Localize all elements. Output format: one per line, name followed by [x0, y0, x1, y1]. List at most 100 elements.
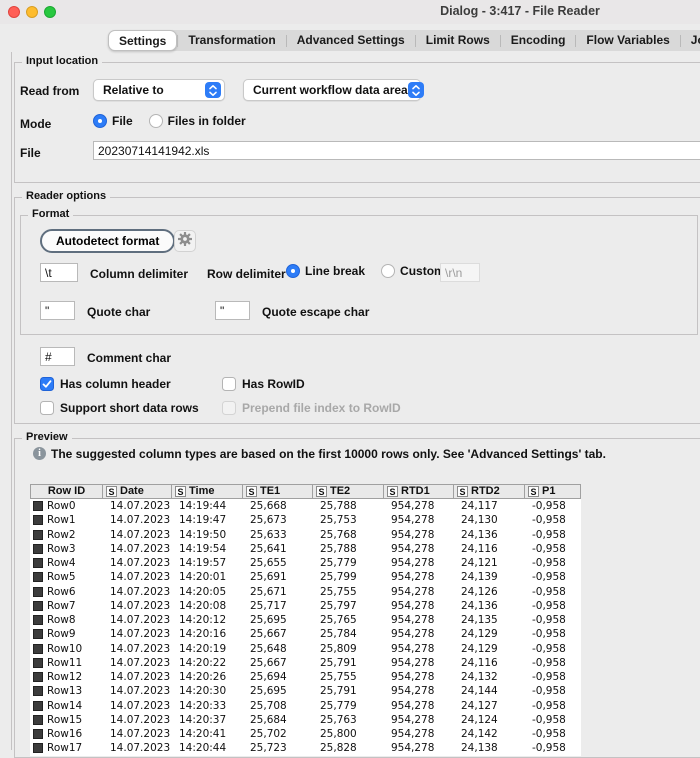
table-cell: Row7 [30, 599, 103, 613]
file-path-input[interactable]: 20230714141942.xls [93, 141, 700, 160]
table-cell: 14.07.2023 [103, 699, 172, 713]
cell-value: 14:20:01 [179, 571, 227, 584]
cell-value: 25,633 [250, 528, 287, 541]
table-cell: 954,278 [384, 613, 454, 627]
column-header-te2[interactable]: S TE2 [313, 484, 384, 499]
cell-value: 954,278 [391, 671, 435, 683]
table-cell: 25,809 [313, 642, 384, 656]
checkbox-unchecked-icon [222, 401, 236, 415]
table-cell: 24,124 [454, 713, 525, 727]
column-header-p1[interactable]: S P1 [525, 484, 581, 499]
row-color-swatch [33, 743, 43, 754]
minimize-window-button[interactable] [26, 6, 38, 18]
cell-value: 954,278 [391, 500, 435, 512]
zoom-window-button[interactable] [44, 6, 56, 18]
cell-value: 954,278 [391, 585, 435, 598]
table-cell: 14.07.2023 [103, 713, 172, 727]
has-rowid-checkbox[interactable]: Has RowID [222, 377, 305, 391]
cell-value: Row6 [47, 585, 76, 598]
table-cell: 25,755 [313, 585, 384, 599]
table-cell: 24,127 [454, 699, 525, 713]
read-from-dropdown[interactable]: Relative to [93, 79, 225, 101]
mode-label: Mode [20, 117, 52, 131]
tab-transformation[interactable]: Transformation [178, 30, 285, 51]
column-header-date[interactable]: S Date [103, 484, 172, 499]
has-column-header-checkbox[interactable]: Has column header [40, 377, 171, 391]
tab-advanced-settings[interactable]: Advanced Settings [287, 30, 415, 51]
tab-job-manager-selection[interactable]: Job Manager Selection [681, 30, 700, 51]
cell-value: 14.07.2023 [110, 728, 171, 740]
table-cell: 14:20:16 [172, 627, 243, 641]
cell-value: 25,684 [250, 713, 287, 726]
cell-value: 14.07.2023 [110, 514, 171, 527]
cell-value: 25,723 [250, 742, 287, 755]
prepend-file-index-to-rowid-checkbox: Prepend file index to RowID [222, 401, 401, 415]
radio-label: Files in folder [167, 114, 246, 128]
tab-encoding[interactable]: Encoding [501, 30, 576, 51]
custom-row-delimiter-input[interactable]: \r\n [440, 263, 480, 282]
table-cell: 954,278 [384, 699, 454, 713]
column-header-row-id[interactable]: Row ID [30, 484, 103, 499]
table-cell: 14:20:19 [172, 642, 243, 656]
column-delimiter-input[interactable]: \t [40, 263, 78, 282]
cell-value: 14.07.2023 [110, 642, 171, 655]
table-row: Row9 14.07.2023 14:20:16 25,667 25,784 954,27… [30, 627, 581, 642]
autodetect-format-button[interactable]: Autodetect format [40, 229, 176, 253]
table-row: Row2 14.07.2023 14:19:50 25,633 25,768 954,27… [30, 527, 581, 542]
table-cell: 25,779 [313, 699, 384, 713]
string-type-icon: S [457, 486, 468, 497]
cell-value: 24,130 [461, 514, 498, 527]
window-title: Dialog - 3:417 - File Reader [440, 4, 600, 18]
row-delimiter-custom-radio[interactable]: Custom [381, 264, 445, 278]
tab-settings[interactable]: Settings [108, 30, 178, 51]
table-cell: 14.07.2023 [103, 627, 172, 641]
mode-files-in-folder-radio[interactable]: Files in folder [148, 114, 246, 128]
cell-value: Row14 [47, 699, 83, 712]
quote-escape-char-input[interactable]: " [215, 301, 250, 320]
cell-value: 25,788 [320, 542, 357, 555]
table-cell: 25,673 [243, 513, 313, 527]
cell-value: -0,958 [532, 528, 566, 541]
table-cell: 14:20:37 [172, 713, 243, 727]
table-row: Row5 14.07.2023 14:20:01 25,691 25,799 954,27… [30, 570, 581, 585]
location-type-dropdown[interactable]: Current workflow data area [243, 79, 424, 101]
column-header-time[interactable]: S Time [172, 484, 243, 499]
table-cell: 24,132 [454, 670, 525, 684]
row-color-swatch [33, 657, 43, 668]
updown-chevrons-icon [205, 82, 221, 98]
radio-label: File [112, 114, 133, 128]
input-location-group-title: Input location [22, 55, 103, 67]
mode-file-radio[interactable]: File [93, 114, 133, 128]
title-bar: Dialog - 3:417 - File Reader [0, 0, 700, 24]
support-short-data-rows-checkbox[interactable]: Support short data rows [40, 401, 199, 415]
cell-value: 14.07.2023 [110, 614, 171, 626]
cell-value: 14.07.2023 [110, 713, 171, 726]
comment-char-input[interactable]: # [40, 347, 75, 366]
cell-value: 24,129 [461, 628, 498, 641]
close-window-button[interactable] [8, 6, 20, 18]
table-cell: 14.07.2023 [103, 741, 172, 755]
table-cell: 25,797 [313, 599, 384, 613]
table-cell: -0,958 [525, 684, 581, 698]
column-header-label: Time [189, 485, 215, 497]
quote-char-input[interactable]: " [40, 301, 75, 320]
cell-value: -0,958 [532, 671, 566, 683]
column-header-rtd2[interactable]: S RTD2 [454, 484, 525, 499]
table-row: Row1 14.07.2023 14:19:47 25,673 25,753 954,27… [30, 513, 581, 528]
tab-limit-rows[interactable]: Limit Rows [416, 30, 500, 51]
column-header-label: Row ID [47, 485, 86, 497]
row-delimiter-line-break-radio[interactable]: Line break [286, 264, 365, 278]
radio-label: Line break [305, 264, 366, 278]
table-cell: 25,779 [313, 556, 384, 570]
cell-value: -0,958 [532, 628, 566, 641]
tab-panel-border [11, 52, 12, 750]
table-cell: 24,135 [454, 613, 525, 627]
table-cell: 14:20:05 [172, 585, 243, 599]
column-header-te1[interactable]: S TE1 [243, 484, 313, 499]
column-header-rtd1[interactable]: S RTD1 [384, 484, 454, 499]
table-row: Row6 14.07.2023 14:20:05 25,671 25,755 954,27… [30, 584, 581, 599]
tab-flow-variables[interactable]: Flow Variables [576, 30, 679, 51]
table-cell: -0,958 [525, 713, 581, 727]
autodetect-settings-button[interactable] [174, 230, 196, 252]
table-cell: 25,684 [243, 713, 313, 727]
